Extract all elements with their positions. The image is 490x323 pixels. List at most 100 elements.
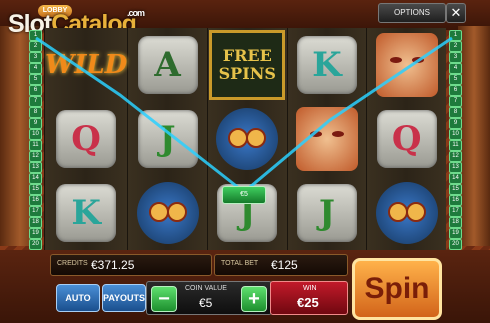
- reel-5: Q: [366, 28, 447, 250]
- owl-symbol: [375, 182, 438, 244]
- right-totem: [458, 26, 490, 246]
- reel-cell: K: [45, 176, 127, 250]
- payline-number-left[interactable]: 3: [29, 52, 42, 63]
- coin-value-label: COIN VALUE: [185, 285, 227, 292]
- reel-3: FREE SPINS J: [206, 28, 287, 250]
- reel-area: WILD Q K A J FREE SPINS J K J Q: [44, 28, 447, 250]
- spin-button[interactable]: Spin: [352, 258, 442, 320]
- k-symbol: K: [296, 36, 357, 94]
- total-bet-label: TOTAL BET: [221, 260, 259, 267]
- payouts-button[interactable]: PAYOUTS: [102, 284, 146, 312]
- payline-number-left[interactable]: 9: [29, 118, 42, 129]
- payline-numbers-right: 1234567891011121314151617181920212223242…: [449, 30, 462, 305]
- j-symbol: J: [137, 110, 198, 168]
- credits-label: CREDITS: [57, 260, 88, 267]
- a-symbol: A: [137, 36, 198, 94]
- k-symbol: K: [56, 184, 117, 242]
- owl-symbol: [136, 182, 199, 244]
- payline-number-right[interactable]: 14: [449, 173, 462, 184]
- payline-number-left[interactable]: 17: [29, 206, 42, 217]
- payline-number-right[interactable]: 20: [449, 239, 462, 250]
- payline-number-right[interactable]: 2: [449, 41, 462, 52]
- q-symbol: Q: [56, 110, 117, 168]
- reel-cell: [128, 176, 207, 250]
- reel-4: K J: [286, 28, 367, 250]
- coin-value-value: €5: [199, 296, 213, 310]
- win-label: WIN: [303, 285, 317, 292]
- payline-number-left[interactable]: 10: [29, 129, 42, 140]
- auto-button[interactable]: AUTO: [56, 284, 100, 312]
- reel-cell: [288, 102, 367, 176]
- payline-number-right[interactable]: 8: [449, 107, 462, 118]
- payline-number-right[interactable]: 12: [449, 151, 462, 162]
- spins-label: SPINS: [218, 64, 276, 83]
- reel-cell: [367, 28, 446, 102]
- payline-number-right[interactable]: 11: [449, 140, 462, 151]
- payline-number-right[interactable]: 18: [449, 217, 462, 228]
- options-button[interactable]: OPTIONS: [378, 3, 446, 23]
- j-symbol: J: [296, 184, 357, 242]
- win-value: €25: [297, 295, 319, 310]
- payline-number-left[interactable]: 1: [29, 30, 42, 41]
- reel-cell: WILD: [45, 28, 127, 102]
- reel-cell: K: [288, 28, 367, 102]
- payline-number-left[interactable]: 15: [29, 184, 42, 195]
- payline-number-right[interactable]: 10: [449, 129, 462, 140]
- free-label: FREE: [222, 46, 272, 65]
- total-bet-display: TOTAL BET €125: [214, 254, 348, 276]
- reel-2: A J: [127, 28, 207, 250]
- payline-number-right[interactable]: 19: [449, 228, 462, 239]
- payline-number-right[interactable]: 1: [449, 30, 462, 41]
- credits-value: €371.25: [91, 258, 135, 272]
- reel-1: WILD Q K: [44, 28, 128, 250]
- increase-coin-button[interactable]: +: [241, 286, 267, 312]
- reel-cell: Q: [367, 102, 446, 176]
- mask-symbol: [295, 107, 358, 171]
- win-display: WIN €25: [270, 281, 348, 315]
- payline-number-right[interactable]: 3: [449, 52, 462, 63]
- payline-number-left[interactable]: 8: [29, 107, 42, 118]
- total-bet-value: €125: [271, 258, 298, 272]
- payline-number-right[interactable]: 5: [449, 74, 462, 85]
- coin-value-control: − COIN VALUE €5 +: [146, 281, 272, 315]
- close-icon[interactable]: ✕: [446, 3, 466, 23]
- payline-number-left[interactable]: 5: [29, 74, 42, 85]
- payline-number-right[interactable]: 9: [449, 118, 462, 129]
- payline-number-right[interactable]: 6: [449, 85, 462, 96]
- payline-number-right[interactable]: 4: [449, 63, 462, 74]
- payline-number-right[interactable]: 7: [449, 96, 462, 107]
- reel-cell: A: [128, 28, 207, 102]
- payline-number-left[interactable]: 7: [29, 96, 42, 107]
- payline-number-left[interactable]: 18: [29, 217, 42, 228]
- payline-number-right[interactable]: 13: [449, 162, 462, 173]
- reel-cell: J: [288, 176, 367, 250]
- reel-cell: FREE SPINS: [208, 28, 287, 102]
- wild-symbol: WILD: [45, 50, 128, 80]
- payline-number-left[interactable]: 13: [29, 162, 42, 173]
- payline-number-right[interactable]: 17: [449, 206, 462, 217]
- free-spins-symbol: FREE SPINS: [209, 30, 286, 100]
- payline-number-left[interactable]: 16: [29, 195, 42, 206]
- payline-number-left[interactable]: 2: [29, 41, 42, 52]
- payline-number-left[interactable]: 4: [29, 63, 42, 74]
- brand-com: .com: [127, 8, 145, 18]
- payline-number-left[interactable]: 11: [29, 140, 42, 151]
- reel-cell: [208, 102, 287, 176]
- reel-cell: [367, 176, 446, 250]
- reel-cell: Q: [45, 102, 127, 176]
- payline-number-left[interactable]: 19: [29, 228, 42, 239]
- payline-number-left[interactable]: 14: [29, 173, 42, 184]
- payline-number-left[interactable]: 12: [29, 151, 42, 162]
- reel-cell: J: [128, 102, 207, 176]
- payline-number-left[interactable]: 20: [29, 239, 42, 250]
- payline-number-right[interactable]: 15: [449, 184, 462, 195]
- credits-display: CREDITS €371.25: [50, 254, 212, 276]
- decrease-coin-button[interactable]: −: [151, 286, 177, 312]
- q-symbol: Q: [376, 110, 437, 168]
- payline-number-right[interactable]: 16: [449, 195, 462, 206]
- line-win-badge: €5: [222, 186, 266, 204]
- payline-number-left[interactable]: 6: [29, 85, 42, 96]
- owl-symbol: [216, 108, 279, 170]
- payline-numbers-left: 1234567891011121314151617181920212223242…: [29, 30, 42, 305]
- mask-symbol: [375, 33, 438, 97]
